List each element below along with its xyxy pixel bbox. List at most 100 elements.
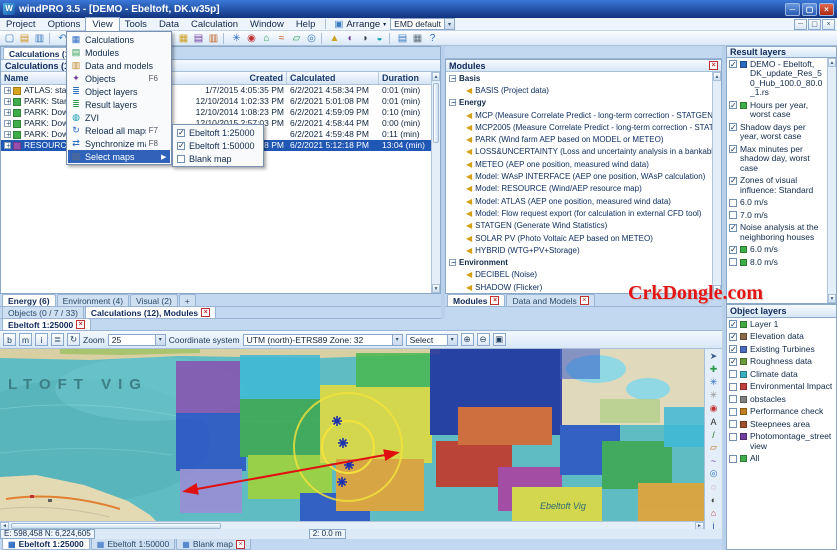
- close-tab-icon[interactable]: ×: [76, 320, 86, 329]
- toolbar-separator[interactable]: [321, 32, 325, 44]
- scroll-up-icon[interactable]: ▲: [713, 72, 721, 81]
- map-tool-noise[interactable]: ◌: [706, 480, 721, 493]
- module-item[interactable]: SOLAR PV (Photo Voltaic AEP based on MET…: [446, 232, 721, 244]
- child-restore-button[interactable]: ▢: [808, 18, 821, 30]
- module-item[interactable]: HYBRID (WTG+PV+Storage): [446, 244, 721, 256]
- checkbox[interactable]: [729, 395, 737, 403]
- result-layer-item[interactable]: 6.0 m/s: [727, 244, 827, 257]
- object-layer-item[interactable]: Environmental Impact: [727, 381, 836, 394]
- checkbox[interactable]: [729, 382, 737, 391]
- tab[interactable]: Calculations (12), Modules ×: [84, 306, 217, 318]
- scroll-up-icon[interactable]: ▲: [828, 58, 836, 67]
- view-menu-item[interactable]: ≣ Result layers: [68, 98, 170, 111]
- object-layer-item[interactable]: Elevation data: [727, 331, 836, 344]
- menu-item[interactable]: Help: [290, 18, 322, 31]
- object-layer-item[interactable]: Climate data: [727, 368, 836, 381]
- visual-icon[interactable]: ◒: [372, 32, 387, 45]
- object-layer-item[interactable]: Performance check: [727, 406, 836, 419]
- result-layer-item[interactable]: Max minutes per shadow day, worst case: [727, 143, 827, 175]
- submenu-item[interactable]: Blank map: [174, 152, 262, 165]
- scroll-down-icon[interactable]: ▼: [828, 294, 836, 303]
- map-tab[interactable]: ▦ Ebeltoft 1:50000×: [90, 539, 176, 550]
- tree-collapse-icon[interactable]: [449, 98, 457, 107]
- close-button[interactable]: ×: [819, 2, 834, 16]
- map-tool-shadow[interactable]: ◐: [706, 493, 721, 506]
- tab[interactable]: Modules ×: [447, 294, 506, 306]
- row-expander-icon[interactable]: [4, 130, 12, 139]
- save-project-icon[interactable]: ▥: [32, 32, 47, 45]
- toolbar-separator[interactable]: [223, 32, 227, 44]
- result-layer-item[interactable]: 6.0 m/s: [727, 197, 827, 210]
- open-project-icon[interactable]: ▤: [17, 32, 32, 45]
- area-object-icon[interactable]: ▱: [289, 32, 304, 45]
- module-item[interactable]: STATGEN (Generate Wind Statistics): [446, 220, 721, 232]
- module-item[interactable]: MCP2005 (Measure Correlate Predict - lon…: [446, 121, 721, 133]
- module-item[interactable]: Model: RESOURCE (Wind/AEP resource map): [446, 183, 721, 195]
- module-item[interactable]: MCP (Measure Correlate Predict - long-te…: [446, 109, 721, 121]
- map-layers-button[interactable]: ≣: [51, 333, 64, 346]
- energy-icon[interactable]: ▲: [327, 32, 342, 45]
- scrollbar-thumb[interactable]: [433, 83, 439, 143]
- object-layer-item[interactable]: Steepnees area: [727, 418, 836, 431]
- submenu-item[interactable]: Ebeltoft 1:25000: [174, 126, 262, 139]
- coordinate-system-select[interactable]: UTM (north)-ETRS89 Zone: 32 ▾: [242, 333, 403, 346]
- toolbar-separator[interactable]: [49, 32, 53, 44]
- map-tab[interactable]: ▦ Ebeltoft 1:25000×: [2, 539, 90, 550]
- view-menu-item[interactable]: ▥ Data and models: [68, 59, 170, 72]
- child-minimize-button[interactable]: ─: [794, 18, 807, 30]
- map-tool-camera[interactable]: ◎: [706, 467, 721, 480]
- checkbox[interactable]: [729, 345, 737, 354]
- zoom-select[interactable]: 25 ▾: [107, 333, 166, 346]
- meteo-icon[interactable]: ◉: [244, 32, 259, 45]
- result-layer-item[interactable]: Shadow days per year, worst case: [727, 121, 827, 143]
- checkbox[interactable]: [729, 123, 737, 132]
- view-menu-item[interactable]: ▤ Modules: [68, 46, 170, 59]
- module-item[interactable]: Model: WAsP INTERFACE (AEP one position,…: [446, 170, 721, 182]
- checkbox[interactable]: [729, 211, 737, 219]
- module-item[interactable]: DECIBEL (Noise): [446, 269, 721, 281]
- zoom-extent-button[interactable]: ▣: [492, 333, 506, 346]
- checkbox[interactable]: [729, 370, 737, 378]
- menu-item[interactable]: Window: [244, 18, 290, 31]
- camera-icon[interactable]: ◎: [304, 32, 319, 45]
- data-models-icon[interactable]: ▥: [206, 32, 221, 45]
- view-menu-item[interactable]: ⇄ Synchronize maps F8: [68, 137, 170, 150]
- map-refresh-button[interactable]: ↻: [67, 333, 80, 346]
- tab-map-ebeltoft-25000[interactable]: Ebeltoft 1:25000 ×: [2, 318, 92, 330]
- column-calculated[interactable]: Calculated: [287, 72, 379, 84]
- result-layer-item[interactable]: 7.0 m/s: [727, 209, 827, 222]
- modules-icon[interactable]: ▤: [191, 32, 206, 45]
- module-item[interactable]: METEO (AEP one position, measured wind d…: [446, 158, 721, 170]
- view-menu-item[interactable]: ✦ Objects F6: [68, 72, 170, 85]
- map-tool-pan[interactable]: ✚: [706, 363, 721, 376]
- object-layer-item[interactable]: Existing Turbines: [727, 343, 836, 356]
- map-tool-new-wtg[interactable]: ✳: [706, 376, 721, 389]
- child-close-button[interactable]: ×: [822, 18, 835, 30]
- view-menu-item[interactable]: ◍ ZVI: [68, 111, 170, 124]
- menu-item[interactable]: Project: [0, 18, 42, 31]
- checkbox[interactable]: [729, 407, 737, 416]
- result-layer-item[interactable]: DEMO - Ebeltoft, DK_update_Res_50_Hub_10…: [727, 58, 827, 99]
- tab[interactable]: Objects (0 / 7 / 33)×: [2, 306, 84, 318]
- map-tool-pointer[interactable]: ➤: [706, 350, 721, 363]
- zoom-in-button[interactable]: ⊕: [460, 333, 474, 346]
- modules-scrollbar[interactable]: ▲ ▼: [712, 72, 721, 294]
- checkbox[interactable]: [729, 332, 737, 342]
- checkbox[interactable]: [729, 145, 737, 154]
- checkbox[interactable]: [729, 60, 737, 69]
- column-duration[interactable]: Duration: [379, 72, 433, 84]
- map-tool-house[interactable]: ⌂: [706, 506, 721, 519]
- tab[interactable]: Visual (2)×: [130, 294, 178, 306]
- checkbox[interactable]: [729, 198, 737, 207]
- menu-item[interactable]: View: [85, 16, 120, 32]
- result-scrollbar[interactable]: ▲ ▼: [827, 58, 836, 303]
- toolbar-separator[interactable]: [389, 32, 393, 44]
- close-tab-icon[interactable]: ×: [579, 296, 589, 305]
- close-panel-icon[interactable]: ×: [709, 61, 718, 70]
- map-tool-line[interactable]: /: [706, 428, 721, 441]
- minimize-button[interactable]: ─: [785, 2, 800, 16]
- row-expander-icon[interactable]: [4, 141, 12, 150]
- select-mode-select[interactable]: Select ▾: [405, 333, 458, 346]
- object-layer-item[interactable]: All: [727, 453, 836, 466]
- map-tool-text[interactable]: A: [706, 415, 721, 428]
